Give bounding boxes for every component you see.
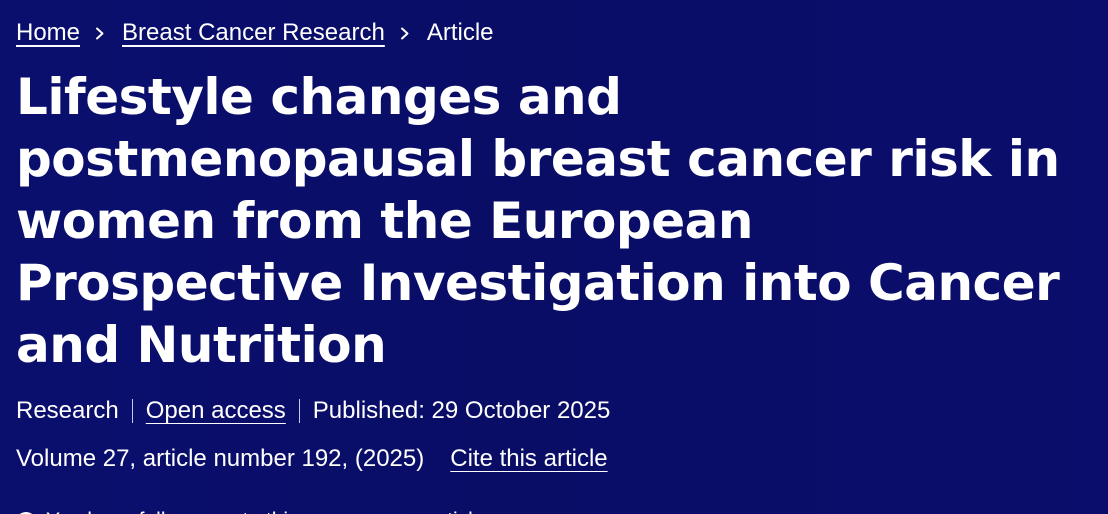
breadcrumb-home-link[interactable]: Home <box>16 16 80 50</box>
article-meta: Research Open access Published: 29 Octob… <box>16 394 1092 428</box>
breadcrumb-current: Article <box>426 19 494 46</box>
access-open-access-link[interactable]: open access <box>305 506 423 514</box>
access-notice: You have full access to this open access… <box>16 506 1092 514</box>
meta-divider <box>298 399 300 423</box>
breadcrumb: Home Breast Cancer Research Article <box>16 16 1092 50</box>
chevron-right-icon <box>399 16 413 50</box>
breadcrumb-journal-link[interactable]: Breast Cancer Research <box>122 16 385 50</box>
article-title: Lifestyle changes and postmenopausal bre… <box>16 68 1060 374</box>
cite-article-link[interactable]: Cite this article <box>450 442 607 476</box>
citation-row: Volume 27, article number 192, (2025) Ci… <box>16 442 1092 476</box>
chevron-right-icon <box>94 16 108 50</box>
access-notice-prefix: You have full access to this <box>46 506 299 514</box>
open-access-link[interactable]: Open access <box>146 394 286 428</box>
volume-info: Volume 27, article number 192, (2025) <box>16 445 425 472</box>
article-type: Research <box>16 397 119 424</box>
published-date: Published: 29 October 2025 <box>312 397 611 424</box>
access-notice-suffix: article <box>428 506 484 514</box>
article-header: Home Breast Cancer Research Article Life… <box>0 0 1108 514</box>
meta-divider <box>131 399 133 423</box>
